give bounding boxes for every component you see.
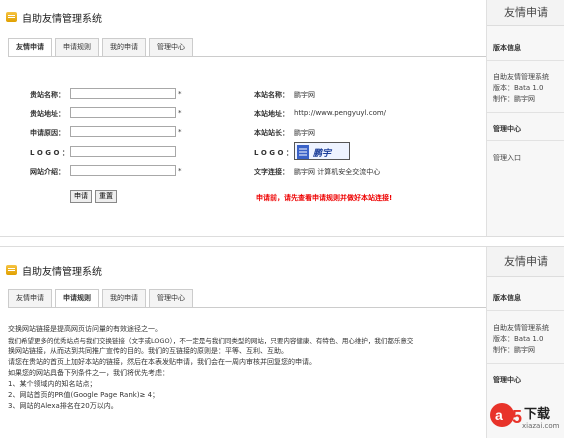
tab-rules[interactable]: 申请规则	[55, 38, 99, 56]
site-logo-image: 鹏宇	[294, 142, 350, 160]
watermark-domain: xiazai.com	[522, 422, 560, 430]
required-mark: *	[178, 109, 182, 117]
version-line: 版本：Bata 1.0	[493, 84, 544, 92]
rules-line: 3、网站的Alexa排名在20万以内。	[8, 402, 118, 410]
tab-apply[interactable]: 友情申请	[8, 38, 52, 56]
required-mark: *	[178, 128, 182, 136]
required-mark: *	[178, 167, 182, 175]
version-line: 制作：鹏宇网	[493, 346, 535, 354]
reset-button[interactable]: 重置	[95, 190, 117, 203]
our-url-label: 本站地址：	[254, 110, 289, 118]
submit-button[interactable]: 申请	[70, 190, 92, 203]
main-area: 自助友情管理系统 友情申请 申请规则 我的申请 管理中心 贵站名称： 贵站地址：…	[0, 0, 486, 236]
notice-text: 申请前，请先查看申请规则并做好本站连接!	[256, 194, 393, 202]
rules-line: 1、某个领域内的知名站点；	[8, 380, 97, 388]
apply-panel: 自助友情管理系统 友情申请 申请规则 我的申请 管理中心 贵站名称： 贵站地址：…	[0, 0, 564, 236]
our-url-value[interactable]: http://www.pengyuyl.com/	[294, 109, 386, 117]
sidebar-title: 友情申请	[487, 247, 564, 277]
admin-heading: 管理中心	[493, 376, 521, 384]
tab-my-applications[interactable]: 我的申请	[102, 38, 146, 56]
reason-input[interactable]	[70, 126, 176, 137]
our-logo-label: L O G O ：	[254, 149, 293, 157]
tab-rules[interactable]: 申请规则	[55, 289, 99, 307]
tab-my-applications[interactable]: 我的申请	[102, 289, 146, 307]
version-line: 自助友情管理系统	[493, 73, 549, 81]
our-name-value: 鹏宇网	[294, 91, 315, 99]
text-link-value[interactable]: 鹏宇网 计算机安全交流中心	[294, 167, 380, 177]
logo-input[interactable]	[70, 146, 176, 157]
main-area: 自助友情管理系统 友情申请 申请规则 我的申请 管理中心 交换网站链接是提高网页…	[0, 247, 486, 438]
watermark: a 5 下载 xiazai.com	[486, 395, 564, 438]
webmaster-value: 鹏宇网	[294, 129, 315, 137]
rules-line: 如果您的网站具备下列条件之一，我们将优先考虑：	[8, 369, 169, 377]
divider	[487, 140, 564, 141]
app-title: 自助友情管理系统	[22, 13, 102, 25]
rules-line: 2、网站首页的PR值(Google Page Rank)≥ 4；	[8, 391, 160, 399]
tab-bar: 友情申请 申请规则 我的申请 管理中心	[8, 38, 196, 56]
rules-line: 交换网站链接是提高网页访问量的有效途径之一。	[8, 325, 162, 333]
intro-label: 网站介绍：	[30, 168, 65, 176]
site-name-input[interactable]	[70, 88, 176, 99]
tab-bar: 友情申请 申请规则 我的申请 管理中心	[8, 289, 196, 307]
site-name-label: 贵站名称：	[30, 91, 65, 99]
our-name-label: 本站名称：	[254, 91, 289, 99]
svg-text:a: a	[495, 407, 503, 423]
divider	[487, 60, 564, 61]
reason-label: 申请原因：	[30, 129, 65, 137]
tab-divider	[8, 56, 486, 57]
divider	[487, 112, 564, 113]
rules-line: 请您在贵站的首页上加好本站的链接，然后在本表发贴申请，我们会在一周内审核并回复您…	[8, 358, 316, 366]
tab-admin[interactable]: 管理中心	[149, 289, 193, 307]
divider	[487, 363, 564, 364]
rules-panel: 自助友情管理系统 友情申请 申请规则 我的申请 管理中心 交换网站链接是提高网页…	[0, 247, 564, 438]
version-line: 版本：Bata 1.0	[493, 335, 544, 343]
webmaster-label: 本站站长：	[254, 129, 289, 137]
text-link-label: 文字连接：	[254, 168, 289, 176]
screenshot-separator	[0, 236, 564, 247]
version-line: 制作：鹏宇网	[493, 95, 535, 103]
watermark-brand: 下载	[524, 407, 551, 422]
rules-line: 我们希望更多的优秀站点与我们交换链接（文字或LOGO），不一定是与我们同类型的网…	[8, 337, 414, 345]
intro-input[interactable]	[70, 165, 176, 176]
sidebar-title: 友情申请	[487, 0, 564, 26]
sidebar: 友情申请 版本信息 自助友情管理系统 版本：Bata 1.0 制作：鹏宇网 管理…	[486, 0, 564, 236]
tab-admin[interactable]: 管理中心	[149, 38, 193, 56]
logo-text: 鹏宇	[313, 149, 332, 159]
tab-apply[interactable]: 友情申请	[8, 289, 52, 307]
site-url-input[interactable]	[70, 107, 176, 118]
admin-heading: 管理中心	[493, 125, 521, 133]
app-logo-icon	[6, 265, 17, 275]
version-heading: 版本信息	[493, 294, 521, 302]
admin-entry-link[interactable]: 管理入口	[493, 153, 521, 163]
required-mark: *	[178, 90, 182, 98]
version-heading: 版本信息	[493, 44, 521, 52]
title-bar: 自助友情管理系统	[6, 261, 102, 279]
rules-line: 换网站链接，从而达到共同推广宣传的目的。我们的互链接的原则是：平等、互利、互助。	[8, 347, 288, 355]
app-title: 自助友情管理系统	[22, 266, 102, 278]
divider	[487, 310, 564, 311]
title-bar: 自助友情管理系统	[6, 8, 102, 26]
app-logo-icon	[6, 12, 17, 22]
tab-divider	[8, 307, 486, 308]
logo-label: L O G O ：	[30, 149, 69, 157]
site-url-label: 贵站地址：	[30, 110, 65, 118]
svg-text:5: 5	[512, 407, 522, 427]
version-line: 自助友情管理系统	[493, 324, 549, 332]
